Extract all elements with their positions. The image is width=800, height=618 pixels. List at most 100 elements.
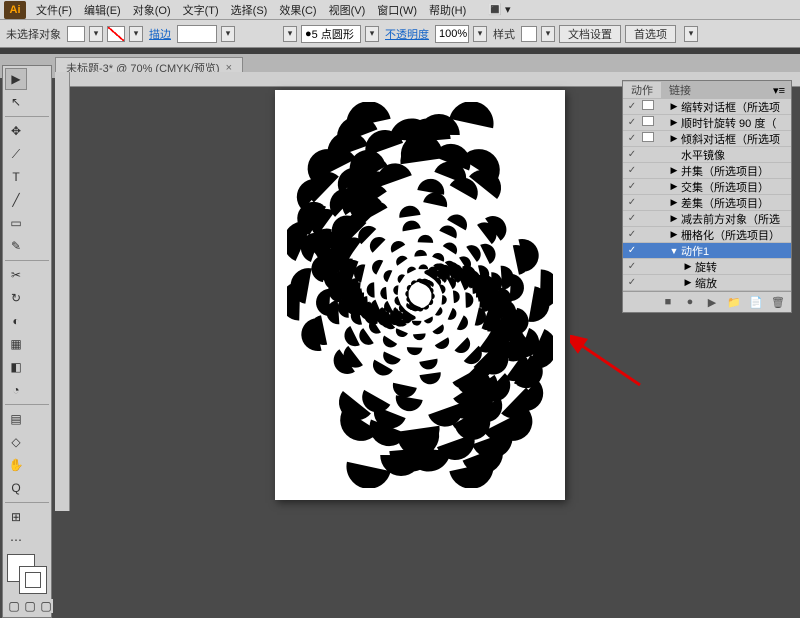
opacity-field[interactable]: 100% <box>435 25 469 43</box>
brush-drop[interactable] <box>365 26 379 42</box>
expand-arrow-icon[interactable]: ▶ <box>669 165 679 176</box>
action-toggle[interactable]: ✓ <box>625 213 639 224</box>
trash-icon[interactable]: 🗑 <box>771 295 785 309</box>
action-toggle[interactable]: ✓ <box>625 245 639 256</box>
action-toggle[interactable]: ✓ <box>625 229 639 240</box>
ruler-vertical[interactable] <box>55 72 70 511</box>
action-dialog[interactable] <box>641 100 655 113</box>
tool-10[interactable]: ◐ <box>5 310 27 332</box>
stroke-box[interactable] <box>19 566 47 594</box>
style-swatch[interactable] <box>521 26 537 42</box>
action-toggle[interactable]: ✓ <box>625 197 639 208</box>
tool-14[interactable]: ▤ <box>5 408 27 430</box>
action-toggle[interactable]: ✓ <box>625 117 639 128</box>
expand-arrow-icon[interactable]: ▶ <box>669 117 679 128</box>
new-set-icon[interactable]: 📁 <box>727 295 741 309</box>
fill-dropdown[interactable] <box>89 26 103 42</box>
vp-drop[interactable] <box>283 26 297 42</box>
menu-help[interactable]: 帮助(H) <box>423 2 472 18</box>
style-drop[interactable] <box>541 26 555 42</box>
stroke-label[interactable]: 描边 <box>147 26 173 42</box>
action-row-2[interactable]: ✓▶倾斜对话框（所选项 <box>623 131 791 147</box>
tool-4[interactable]: T <box>5 166 27 188</box>
action-row-9[interactable]: ✓▼动作1 <box>623 243 791 259</box>
action-row-5[interactable]: ✓▶交集（所选项目） <box>623 179 791 195</box>
expand-arrow-icon[interactable]: ▶ <box>669 133 679 144</box>
menu-object[interactable]: 对象(O) <box>127 2 177 18</box>
action-row-0[interactable]: ✓▶缩转对话框（所选项 <box>623 99 791 115</box>
document-setup-button[interactable]: 文档设置 <box>559 25 621 43</box>
action-row-8[interactable]: ✓▶栅格化（所选项目） <box>623 227 791 243</box>
opacity-drop[interactable] <box>473 26 487 42</box>
expand-arrow-icon[interactable]: ▼ <box>669 246 679 256</box>
expand-arrow-icon[interactable]: ▶ <box>669 101 679 112</box>
action-toggle[interactable]: ✓ <box>625 181 639 192</box>
tool-2[interactable]: ✥ <box>5 120 27 142</box>
action-row-7[interactable]: ✓▶减去前方对象（所选 <box>623 211 791 227</box>
expand-arrow-icon[interactable]: ▶ <box>669 197 679 208</box>
screen-mode-normal[interactable]: ▢ <box>7 599 21 613</box>
tool-3[interactable]: ⟋ <box>5 143 27 165</box>
tool-5[interactable]: ╱ <box>5 189 27 211</box>
screen-mode-full[interactable]: ▢ <box>23 599 37 613</box>
action-row-1[interactable]: ✓▶顺时针旋转 90 度（ <box>623 115 791 131</box>
brush-field[interactable]: ● 5 点圆形 <box>301 25 361 43</box>
action-row-6[interactable]: ✓▶差集（所选项目） <box>623 195 791 211</box>
artboard[interactable] <box>275 90 565 500</box>
menu-window[interactable]: 窗口(W) <box>371 2 423 18</box>
tool-0[interactable]: ▶ <box>5 68 27 90</box>
menu-select[interactable]: 选择(S) <box>225 2 274 18</box>
menu-type[interactable]: 文字(T) <box>177 2 225 18</box>
action-row-3[interactable]: ✓水平镜像 <box>623 147 791 163</box>
expand-arrow-icon[interactable]: ▶ <box>669 229 679 240</box>
fill-stroke-control[interactable] <box>7 554 47 594</box>
menu-file[interactable]: 文件(F) <box>30 2 78 18</box>
stroke-weight-drop[interactable] <box>221 26 235 42</box>
tool-11[interactable]: ▦ <box>5 333 27 355</box>
tool-9[interactable]: ↻ <box>5 287 27 309</box>
action-toggle[interactable]: ✓ <box>625 101 639 112</box>
screen-mode-present[interactable]: ▢ <box>39 599 53 613</box>
action-toggle[interactable]: ✓ <box>625 277 639 288</box>
expand-arrow-icon[interactable]: ▶ <box>683 277 693 288</box>
panel-tab-actions[interactable]: 动作 <box>623 82 661 98</box>
tool-13[interactable]: ◔ <box>5 379 27 401</box>
menu-view[interactable]: 视图(V) <box>323 2 372 18</box>
action-toggle[interactable]: ✓ <box>625 261 639 272</box>
preferences-button[interactable]: 首选项 <box>625 25 676 43</box>
stroke-swatch[interactable] <box>107 26 125 42</box>
stroke-weight-field[interactable] <box>177 25 217 43</box>
panel-tab-links[interactable]: 链接 <box>661 82 699 98</box>
new-action-icon[interactable]: 📄 <box>749 295 763 309</box>
tool-16[interactable]: ✋ <box>5 454 27 476</box>
opacity-label[interactable]: 不透明度 <box>383 26 431 42</box>
record-icon[interactable]: ● <box>683 295 697 309</box>
stop-icon[interactable]: ■ <box>661 295 675 309</box>
tool-12[interactable]: ◧ <box>5 356 27 378</box>
prefs-drop[interactable] <box>684 26 698 42</box>
action-toggle[interactable]: ✓ <box>625 149 639 160</box>
tool-1[interactable]: ↖ <box>5 91 27 113</box>
panel-menu-icon[interactable]: ▾≡ <box>767 84 791 97</box>
action-dialog[interactable] <box>641 116 655 129</box>
action-row-4[interactable]: ✓▶并集（所选项目） <box>623 163 791 179</box>
menu-edit[interactable]: 编辑(E) <box>78 2 127 18</box>
play-icon[interactable]: ▶ <box>705 295 719 309</box>
action-row-10[interactable]: ✓▶旋转 <box>623 259 791 275</box>
tool-8[interactable]: ✂ <box>5 264 27 286</box>
fill-swatch[interactable] <box>67 26 85 42</box>
tool-18[interactable]: ⊞ <box>5 506 27 528</box>
tool-6[interactable]: ▭ <box>5 212 27 234</box>
stroke-dropdown[interactable] <box>129 26 143 42</box>
action-row-11[interactable]: ✓▶缩放 <box>623 275 791 291</box>
expand-arrow-icon[interactable]: ▶ <box>669 181 679 192</box>
action-dialog[interactable] <box>641 132 655 145</box>
tool-17[interactable]: Q <box>5 477 27 499</box>
expand-arrow-icon[interactable]: ▶ <box>669 213 679 224</box>
tool-15[interactable]: ◇ <box>5 431 27 453</box>
menu-effect[interactable]: 效果(C) <box>273 2 322 18</box>
action-toggle[interactable]: ✓ <box>625 133 639 144</box>
action-toggle[interactable]: ✓ <box>625 165 639 176</box>
tool-19[interactable]: ⋯ <box>5 529 27 551</box>
workspace-switcher-icon[interactable]: 🔳 ▾ <box>482 3 516 16</box>
